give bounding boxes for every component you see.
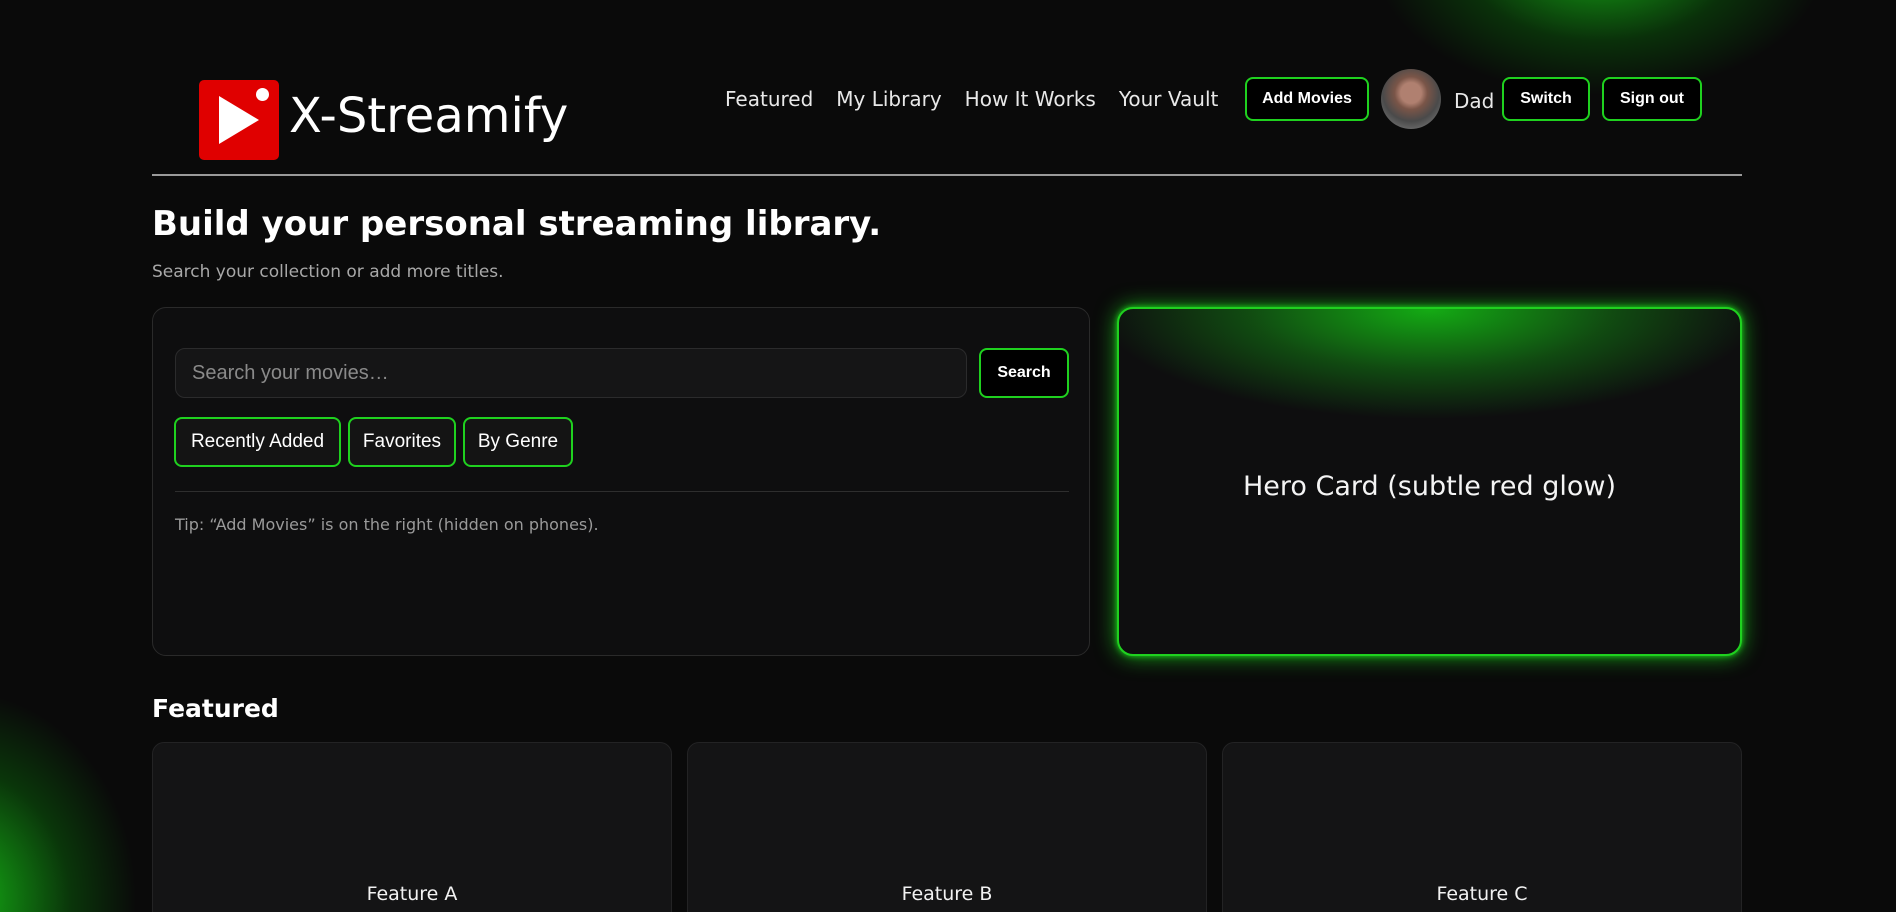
panel-divider — [175, 491, 1069, 492]
nav-featured[interactable]: Featured — [725, 87, 813, 111]
hero-card[interactable]: Hero Card (subtle red glow) — [1117, 307, 1742, 656]
search-panel: Search Recently Added Favorites By Genre… — [152, 307, 1090, 656]
feature-card-label: Feature C — [1436, 883, 1528, 905]
main-nav: Featured My Library How It Works Your Va… — [725, 87, 1218, 111]
feature-card-label: Feature A — [366, 883, 458, 905]
hero-label: Hero Card (subtle red glow) — [1242, 471, 1617, 502]
switch-profile-button[interactable]: Switch — [1502, 77, 1590, 121]
logo-dot — [256, 88, 269, 101]
feature-card-label: Feature B — [901, 883, 993, 905]
feature-card-b[interactable]: Feature B — [687, 742, 1207, 912]
featured-heading: Featured — [152, 694, 279, 723]
nav-your-vault[interactable]: Your Vault — [1119, 87, 1219, 111]
play-triangle — [219, 96, 259, 144]
brand-name[interactable]: X-Streamify — [289, 88, 568, 144]
add-movies-button[interactable]: Add Movies — [1245, 77, 1369, 121]
search-input[interactable] — [175, 348, 967, 398]
feature-card-a[interactable]: Feature A — [152, 742, 672, 912]
tip-text: Tip: “Add Movies” is on the right (hidde… — [175, 515, 599, 534]
nav-my-library[interactable]: My Library — [836, 87, 941, 111]
filter-favorites[interactable]: Favorites — [348, 417, 456, 467]
page-title: Build your personal streaming library. — [152, 204, 882, 244]
avatar[interactable] — [1381, 69, 1441, 129]
page-subtitle: Search your collection or add more title… — [152, 262, 504, 282]
filter-recently-added[interactable]: Recently Added — [174, 417, 341, 467]
play-icon[interactable] — [199, 80, 279, 160]
nav-how-it-works[interactable]: How It Works — [965, 87, 1096, 111]
search-button[interactable]: Search — [979, 348, 1069, 398]
filter-by-genre[interactable]: By Genre — [463, 417, 573, 467]
site-header: X-Streamify Featured My Library How It W… — [152, 60, 1742, 175]
page: X-Streamify Featured My Library How It W… — [0, 0, 1896, 912]
feature-card-c[interactable]: Feature C — [1222, 742, 1742, 912]
sign-out-button[interactable]: Sign out — [1602, 77, 1702, 121]
user-name: Dad — [1454, 89, 1495, 113]
header-divider — [152, 174, 1742, 176]
